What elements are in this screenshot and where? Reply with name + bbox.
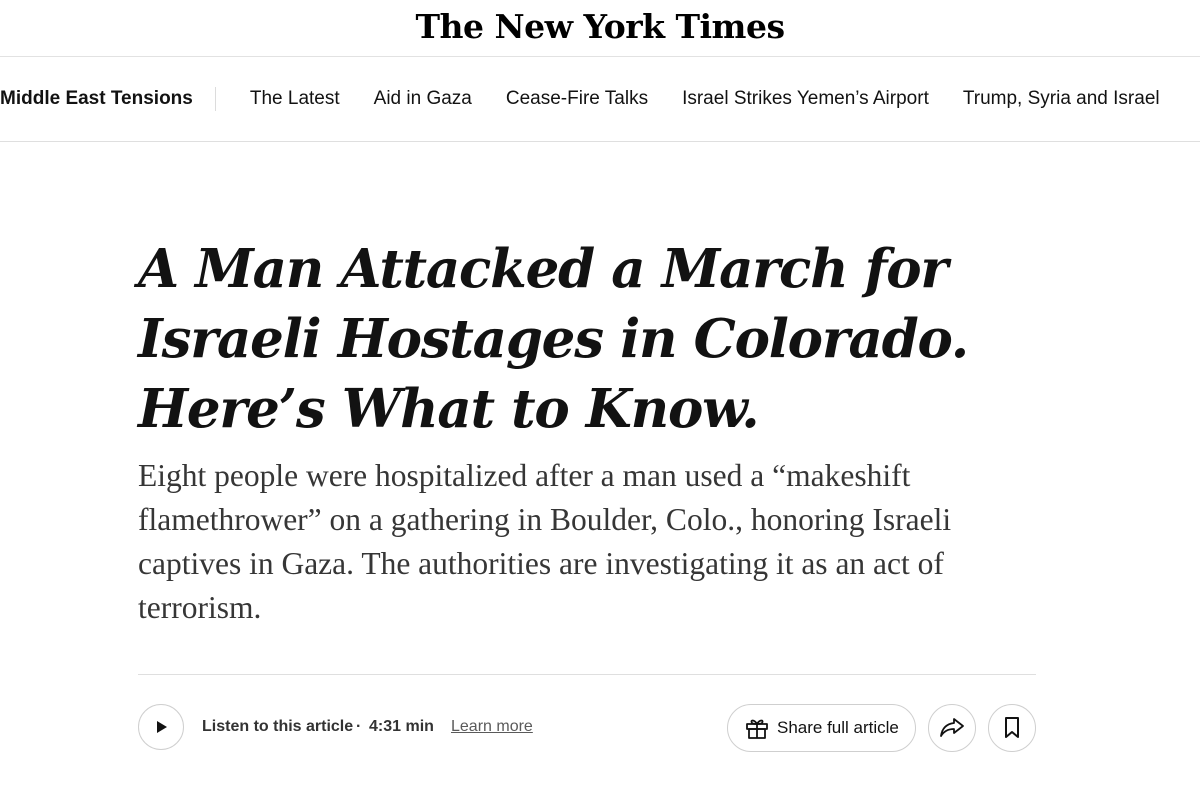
- divider: [138, 674, 1036, 675]
- nav-item-cease-fire-talks[interactable]: Cease-Fire Talks: [506, 88, 648, 110]
- listen-label[interactable]: Listen to this article: [202, 718, 353, 736]
- share-full-article-button[interactable]: Share full article: [727, 704, 916, 752]
- share-arrow-icon: [939, 717, 965, 739]
- article-summary: Eight people were hospitalized after a m…: [138, 458, 952, 625]
- learn-more-link[interactable]: Learn more: [451, 718, 533, 736]
- section-title[interactable]: Middle East Tensions: [0, 87, 216, 111]
- nav-item-yemen-airport[interactable]: Israel Strikes Yemen’s Airport: [682, 88, 929, 110]
- nav-item-aid-in-gaza[interactable]: Aid in Gaza: [374, 88, 472, 110]
- article-headline: A Man Attacked a March for Israeli Hosta…: [138, 238, 969, 440]
- bookmark-icon: [1003, 716, 1021, 740]
- nyt-logo[interactable]: The New York Times: [415, 7, 785, 46]
- share-button[interactable]: [928, 704, 976, 752]
- listen-separator: ·: [356, 718, 362, 735]
- play-icon: [153, 719, 169, 735]
- section-nav: Middle East Tensions The Latest Aid in G…: [0, 57, 1200, 142]
- nav-item-trump-syria-israel[interactable]: Trump, Syria and Israel: [963, 88, 1160, 110]
- audio-duration: 4:31 min: [369, 718, 434, 735]
- play-button[interactable]: [138, 704, 184, 750]
- article-toolbar: Listen to this article · 4:31 min Learn …: [138, 704, 1036, 754]
- nav-item-the-latest[interactable]: The Latest: [250, 88, 340, 110]
- share-full-article-label: Share full article: [777, 718, 899, 737]
- save-button[interactable]: [988, 704, 1036, 752]
- gift-icon: [744, 715, 770, 741]
- masthead: The New York Times: [0, 0, 1200, 57]
